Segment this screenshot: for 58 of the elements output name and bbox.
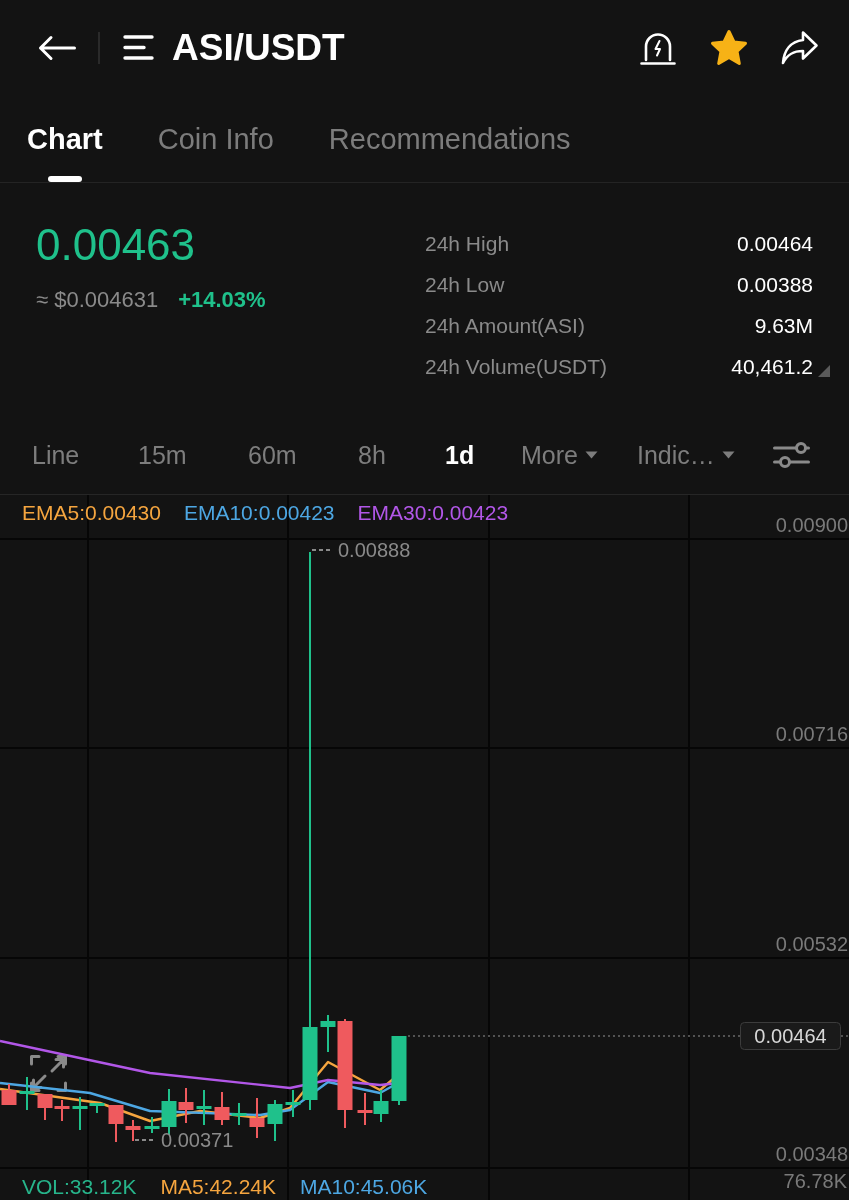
- stat-label: 24h Low: [425, 272, 506, 297]
- candle: [267, 1099, 283, 1142]
- menu-icon[interactable]: [123, 35, 154, 60]
- share-icon[interactable]: [781, 29, 819, 66]
- interval-tab[interactable]: 8h: [358, 440, 386, 470]
- candle: [54, 1099, 70, 1122]
- volume-axis-label: 76.78K: [783, 1170, 847, 1192]
- candle: [37, 1093, 53, 1121]
- price-axis-label: 0.00348: [775, 1143, 848, 1165]
- tab[interactable]: Coin Info: [157, 95, 274, 182]
- indicator-legend: EMA30:0.00423: [357, 501, 509, 539]
- low-price-label: 0.00371: [161, 1129, 234, 1151]
- fiat-price: ≈ $0.004631: [36, 286, 159, 314]
- pair-title[interactable]: ASI/USDT: [172, 25, 640, 70]
- high-price-label: 0.00888: [338, 539, 411, 561]
- candle: [249, 1097, 265, 1139]
- stat-value: 40,461.2: [731, 354, 813, 379]
- volume-legend: VOL:33.12K: [22, 1175, 137, 1199]
- indicator-legend: EMA10:0.00423: [183, 501, 335, 539]
- interval-tab[interactable]: Line: [32, 440, 80, 470]
- stat-label: 24h High: [425, 231, 511, 256]
- interval-tab[interactable]: 60m: [248, 440, 297, 470]
- star-icon[interactable]: [709, 28, 749, 67]
- settings-icon[interactable]: [773, 440, 810, 470]
- interval-tab[interactable]: 15m: [138, 440, 187, 470]
- stat-value: 9.63M: [754, 313, 813, 338]
- stat-value: 0.00388: [737, 272, 813, 297]
- dropdown-button[interactable]: More: [521, 440, 598, 470]
- leader-line: [311, 549, 333, 551]
- candle: [178, 1087, 194, 1124]
- candle: [373, 1089, 389, 1123]
- price-change: +14.03%: [178, 286, 266, 314]
- siren-icon[interactable]: [640, 30, 676, 65]
- caret-icon: [721, 451, 735, 459]
- candle: [391, 1035, 407, 1106]
- price-axis-label: 0.00716: [775, 723, 848, 745]
- price-axis-label: 0.00532: [775, 933, 848, 955]
- candle: [1, 1083, 17, 1106]
- stat-label: 24h Amount(ASI): [425, 313, 586, 338]
- back-icon[interactable]: [38, 34, 76, 61]
- stat-value: 0.00464: [737, 231, 813, 256]
- volume-legend: MA10:45.06K: [300, 1175, 428, 1199]
- corner-triangle-icon[interactable]: [818, 364, 830, 377]
- last-price: 0.00463: [36, 220, 197, 270]
- last-price-tag: 0.00464: [740, 1022, 841, 1050]
- indicator-legend: EMA5:0.00430: [22, 501, 161, 539]
- candle: [19, 1076, 35, 1111]
- volume-legend: MA5:42.24K: [160, 1175, 276, 1199]
- dropdown-button[interactable]: Indic…: [637, 440, 735, 470]
- interval-tab[interactable]: 1d: [445, 440, 475, 470]
- tab[interactable]: Recommendations: [328, 95, 571, 182]
- tab[interactable]: Chart: [27, 95, 103, 182]
- stat-label: 24h Volume(USDT): [425, 354, 609, 379]
- caret-icon: [584, 451, 598, 459]
- candle: [196, 1089, 212, 1126]
- candle: [357, 1092, 373, 1126]
- price-axis-label: 0.00900: [775, 514, 848, 536]
- expand-icon[interactable]: [30, 1055, 67, 1092]
